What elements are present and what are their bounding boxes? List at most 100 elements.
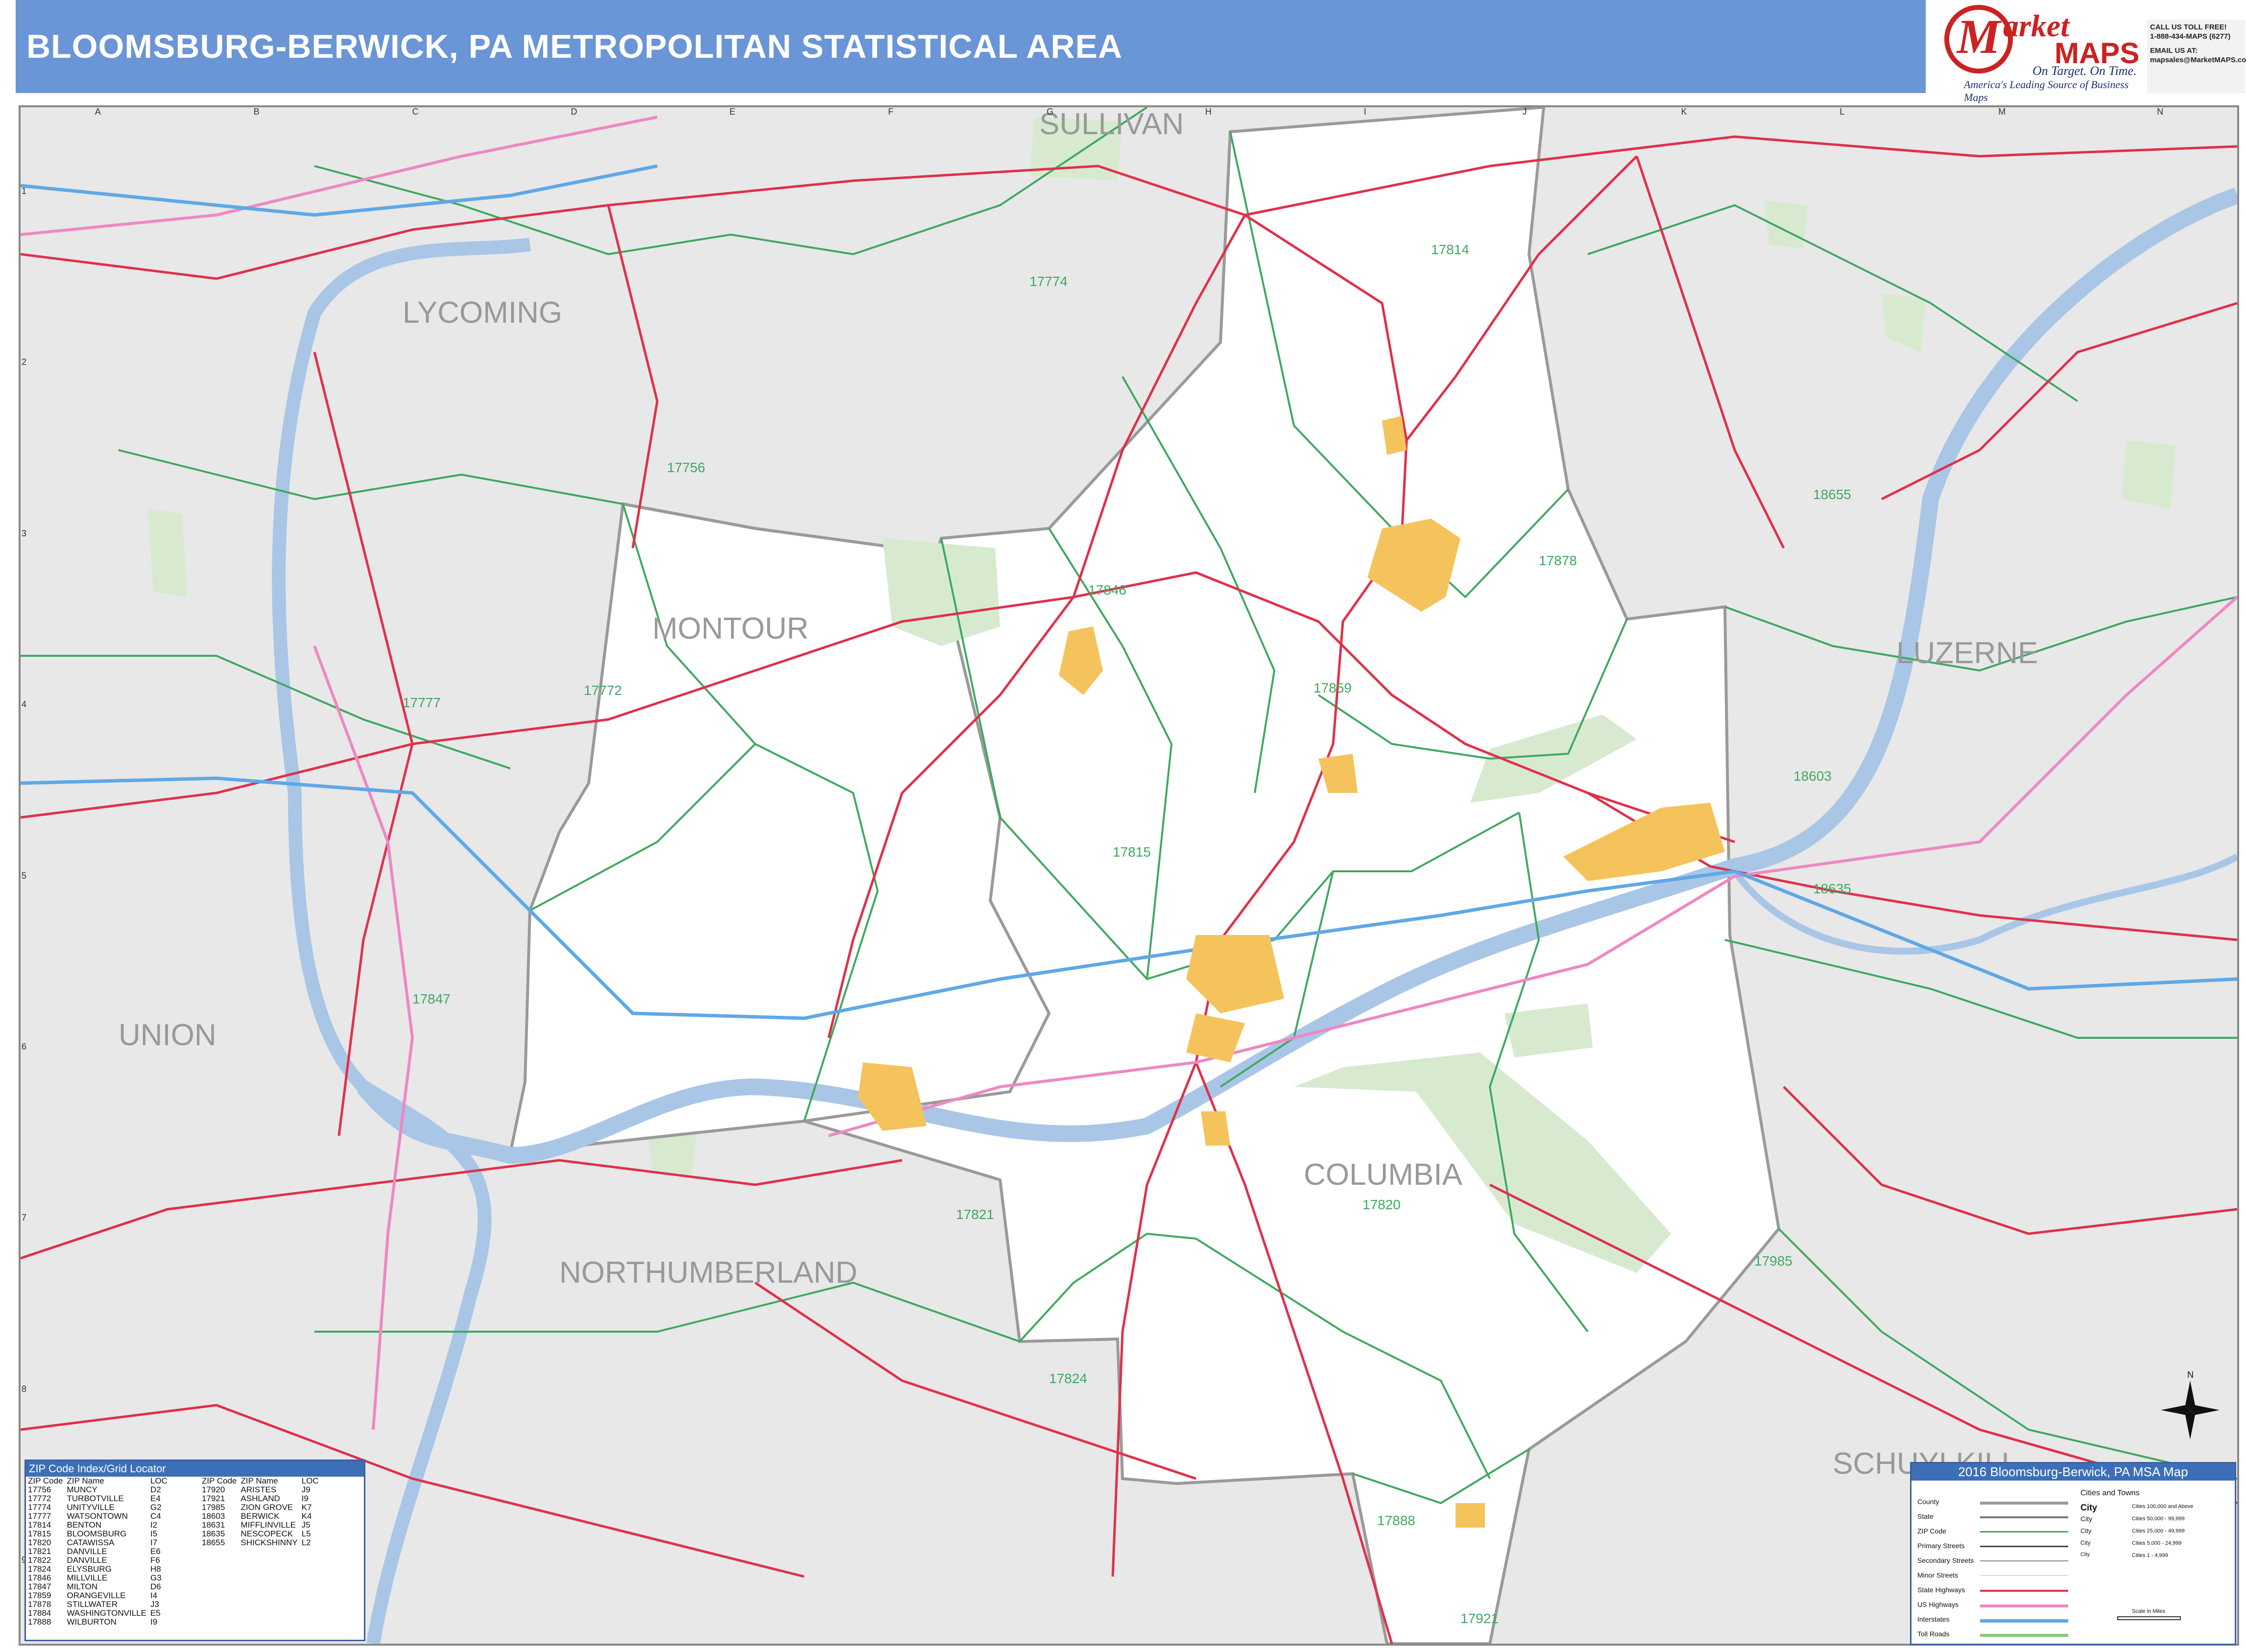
legend-item-swatch (1980, 1604, 2068, 1607)
grid-row-label: 2 (22, 357, 27, 367)
title-bar: BLOOMSBURG-BERWICK, PA METROPOLITAN STAT… (16, 0, 1926, 93)
zip-index-row: 17814 BENTON I2 (26, 1521, 169, 1530)
zip-name-cell: ZION GROVE (240, 1503, 293, 1512)
zip-index-row: 17847 MILTON D6 (26, 1582, 169, 1591)
legend-item-swatch (1980, 1531, 2068, 1532)
park-area (1764, 200, 1808, 249)
grid-column-label: I (1363, 107, 1366, 117)
legend-city-note: Cities 25,000 - 49,999 (2132, 1528, 2185, 1534)
zip-name-cell: MUNCY (67, 1485, 97, 1494)
zip-label: 17985 (1754, 1253, 1792, 1269)
grid-row-label: 4 (22, 699, 27, 710)
zip-name-cell: MIFFLINVILLE (240, 1520, 296, 1530)
legend-item-label: Toll Roads (1917, 1630, 1950, 1638)
zip-name-cell: SHICKSHINNY (240, 1538, 298, 1547)
zip-index-row: 17846 MILLVILLE G3 (26, 1574, 169, 1582)
zip-index-row: 17985 ZION GROVE K7 (200, 1503, 321, 1512)
county-label-montour: MONTOUR (652, 612, 809, 646)
legend-item-label: Minor Streets (1917, 1571, 1959, 1579)
zip-index-row: 17822 DANVILLE F6 (26, 1556, 169, 1565)
zip-name-cell: CATAWISSA (67, 1538, 115, 1547)
zip-index-header: LOC (301, 1476, 319, 1485)
legend-item-label: Primary Streets (1917, 1542, 1965, 1550)
legend-city-label: City (2080, 1503, 2098, 1512)
legend-city-note: Cities 1 - 4,999 (2132, 1553, 2168, 1558)
county-label-luzerne: LUZERNE (1896, 636, 2038, 670)
scale-label: Scale in Miles (2132, 1608, 2165, 1614)
zip-loc-cell: I9 (301, 1494, 309, 1503)
legend-item-swatch (1980, 1516, 2068, 1518)
zip-label: 18655 (1813, 487, 1851, 502)
grid-column-label: B (253, 107, 260, 117)
zip-index-row: 17921 ASHLAND I9 (200, 1494, 321, 1503)
legend-item-swatch (1980, 1502, 2068, 1505)
contact-line2: 1-888-434-MAPS (6277) (2150, 32, 2231, 41)
contact-line4[interactable]: mapsales@MarketMAPS.com (2150, 55, 2246, 65)
zip-code-cell: 17820 (28, 1538, 51, 1547)
zip-name-cell: DANVILLE (67, 1556, 107, 1565)
map-canvas[interactable]: SULLIVAN LYCOMING MONTOUR LUZERNE UNION … (19, 105, 2239, 1646)
zip-code-cell: 17920 (202, 1485, 225, 1494)
zip-index-header: ZIP Name (240, 1476, 278, 1485)
zip-code-cell: 17814 (28, 1520, 51, 1530)
logo-tagline: On Target. On Time. (2032, 64, 2137, 78)
grid-column-label: F (888, 107, 894, 117)
zip-label: 17878 (1539, 553, 1577, 568)
legend-item-label: State Highways (1917, 1586, 1965, 1594)
zip-label: 18603 (1793, 768, 1832, 784)
zip-index-row: 17884 WASHINGTONVILLE E5 (26, 1609, 169, 1618)
city-catawissa (1201, 1111, 1230, 1146)
grid-column-label: D (571, 107, 577, 117)
zip-label: 17859 (1314, 680, 1352, 695)
zip-loc-cell: E4 (150, 1494, 161, 1503)
map-title: BLOOMSBURG-BERWICK, PA METROPOLITAN STAT… (26, 28, 1123, 65)
grid-row-label: 1 (22, 186, 27, 196)
zip-loc-cell: D6 (150, 1582, 161, 1591)
zip-index-row: 17815 BLOOMSBURG I5 (26, 1530, 169, 1538)
legend-item-label: State (1917, 1512, 1934, 1520)
zip-loc-cell: J5 (301, 1520, 311, 1530)
zip-index-row: 17824 ELYSBURG H8 (26, 1565, 169, 1574)
grid-column-label: E (729, 107, 736, 117)
contact-line3: EMAIL US AT: (2150, 47, 2198, 55)
zip-loc-cell: G3 (150, 1573, 162, 1582)
contact-line1: CALL US TOLL FREE! (2150, 23, 2227, 31)
legend-item-swatch (1980, 1560, 2068, 1561)
park-area (2122, 440, 2175, 509)
zip-label: 17815 (1113, 844, 1151, 860)
grid-column-label: N (2157, 107, 2164, 117)
zip-index-header: ZIP Name (67, 1476, 104, 1485)
legend-item-swatch (1980, 1546, 2068, 1547)
legend-city-label: City (2080, 1539, 2091, 1546)
legend-city-note: Cities 5,000 - 24,999 (2132, 1540, 2182, 1546)
grid-column-label: J (1522, 107, 1527, 117)
zip-code-cell: 17859 (28, 1591, 51, 1600)
zip-code-cell: 18635 (202, 1529, 225, 1538)
zip-code-cell: 18655 (202, 1538, 225, 1547)
zip-loc-cell: C4 (150, 1511, 161, 1521)
legend-cities-title: Cities and Towns (2080, 1489, 2140, 1497)
zip-code-index-panel: ZIP Code Index/Grid Locator ZIP Code ZIP… (24, 1460, 365, 1641)
zip-label: 17820 (1362, 1197, 1401, 1212)
zip-loc-cell: I7 (150, 1538, 158, 1547)
zip-index-row: 17772 TURBOTVILLE E4 (26, 1494, 169, 1503)
zip-index-table-left: ZIP Code ZIP Name LOC 17756 MUNCY D2 17772 T… (26, 1477, 169, 1627)
zip-name-cell: NESCOPECK (240, 1529, 293, 1538)
zip-label: 17814 (1431, 242, 1469, 257)
legend-item-swatch (1980, 1634, 2068, 1637)
zip-label: 17821 (956, 1207, 994, 1222)
county-label-lycoming: LYCOMING (403, 296, 562, 330)
zip-loc-cell: I9 (150, 1617, 158, 1627)
zip-code-cell: 17821 (28, 1547, 51, 1556)
zip-loc-cell: E6 (150, 1547, 161, 1556)
zip-code-cell: 17824 (28, 1564, 51, 1574)
legend-item-swatch (1980, 1619, 2068, 1623)
zip-loc-cell: K7 (301, 1503, 312, 1512)
zip-loc-cell: D2 (150, 1485, 161, 1494)
grid-column-label: L (1840, 107, 1845, 117)
zip-code-cell: 17985 (202, 1503, 225, 1512)
zip-loc-cell: I4 (150, 1591, 158, 1600)
legend-city-note: Cities 50,000 - 99,999 (2132, 1516, 2185, 1522)
zip-index-row: 18603 BERWICK K4 (200, 1512, 321, 1521)
zip-index-row: 17888 WILBURTON I9 (26, 1618, 169, 1627)
